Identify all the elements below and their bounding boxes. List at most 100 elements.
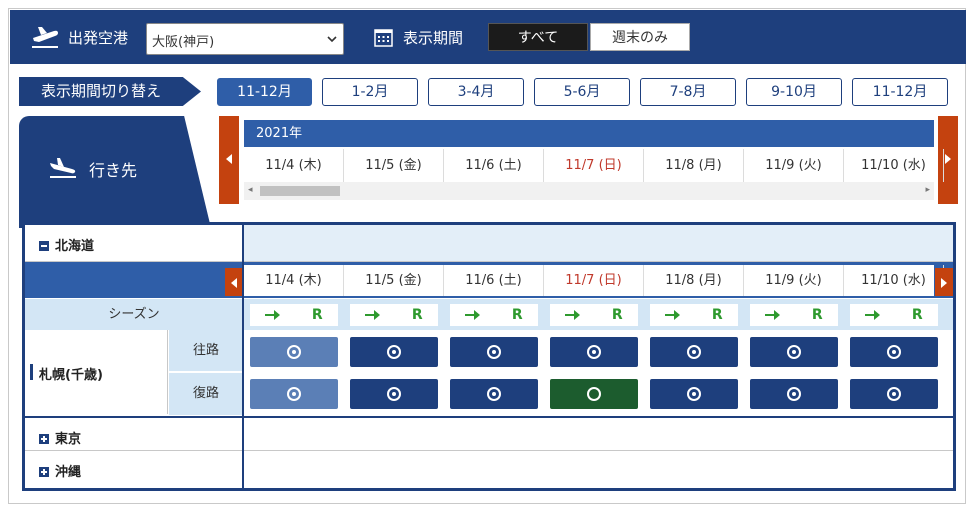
season-cell: R (644, 299, 744, 330)
arrow-right-icon (365, 309, 381, 320)
column-divider (242, 225, 244, 488)
outbound-slot (844, 331, 944, 373)
outbound-availability-button[interactable] (250, 337, 338, 367)
dot-circle-icon (287, 345, 301, 359)
return-slot (444, 373, 544, 415)
return-availability-button[interactable] (450, 379, 538, 409)
table-date-sunday: 11/7 (日) (544, 265, 644, 296)
outbound-label: 往路 (169, 330, 243, 372)
chevron-down-icon (327, 36, 337, 43)
season-legend: R (850, 303, 938, 326)
table-date: 11/5 (金) (344, 265, 444, 296)
year-header: 2021年 (244, 120, 934, 147)
season-legend: R (450, 303, 538, 326)
search-bar: 出発空港 大阪(神戸) 表示期間 すべて 週末のみ (10, 10, 966, 64)
season-legend: R (750, 303, 838, 326)
dot-circle-icon (687, 387, 701, 401)
expand-icon[interactable] (39, 433, 49, 444)
region-row-fill (244, 451, 953, 488)
caret-left-icon (231, 278, 237, 288)
outbound-slot (344, 331, 444, 373)
outbound-availability-button[interactable] (650, 337, 738, 367)
season-r-mark: R (711, 306, 723, 323)
outbound-slot (644, 331, 744, 373)
outbound-availability-button[interactable] (350, 337, 438, 367)
display-period-label: 表示期間 (403, 29, 464, 47)
dot-circle-icon (887, 387, 901, 401)
season-legend: R (650, 303, 738, 326)
period-button-5-6[interactable]: 5-6月 (534, 78, 630, 106)
outbound-slot (244, 331, 344, 373)
departure-airport-select[interactable]: 大阪(神戸) (146, 23, 344, 55)
region-row-hokkaido[interactable]: 北海道 (25, 225, 243, 262)
table-date: 11/9 (火) (744, 265, 844, 296)
season-legend: R (250, 303, 338, 326)
region-row-okinawa[interactable]: 沖縄 (25, 451, 243, 488)
outbound-availability-button[interactable] (550, 337, 638, 367)
return-slots (244, 373, 953, 415)
strip-date: 11/5 (金) (344, 149, 444, 182)
return-availability-button[interactable] (250, 379, 338, 409)
table-prev-button[interactable] (225, 268, 243, 296)
period-button-3-4[interactable]: 3-4月 (428, 78, 524, 106)
scroll-right-icon[interactable]: ▸ (925, 185, 930, 195)
strip-date: 11/8 (月) (644, 149, 744, 182)
scrollbar-thumb[interactable] (260, 186, 340, 196)
destination-sapporo: 札幌(千歳) (25, 330, 168, 414)
return-slot (844, 373, 944, 415)
strip-date: 11/4 (木) (244, 149, 344, 182)
period-button-11-12-next[interactable]: 11-12月 (852, 78, 948, 106)
scroll-left-icon[interactable]: ◂ (248, 185, 253, 195)
region-name: 沖縄 (55, 465, 82, 480)
return-availability-button[interactable] (850, 379, 938, 409)
outbound-slots (244, 331, 953, 373)
dot-circle-icon (887, 345, 901, 359)
destination-marker (30, 364, 33, 380)
return-label: 復路 (169, 373, 243, 415)
season-cell: R (244, 299, 344, 330)
season-r-mark: R (411, 306, 423, 323)
horizontal-scrollbar[interactable]: ◂ ▸ (244, 182, 934, 200)
table-next-button[interactable] (935, 268, 953, 296)
outbound-availability-button[interactable] (850, 337, 938, 367)
return-availability-button[interactable] (650, 379, 738, 409)
departure-airport-label: 出発空港 (68, 29, 129, 47)
return-availability-button[interactable] (550, 379, 638, 409)
return-availability-button[interactable] (750, 379, 838, 409)
strip-date-row: 11/4 (木) 11/5 (金) 11/6 (土) 11/7 (日) 11/8… (244, 149, 944, 182)
collapse-icon[interactable] (39, 240, 49, 251)
season-r-mark: R (311, 306, 323, 323)
filter-all-button[interactable]: すべて (488, 23, 588, 51)
region-row-fill (244, 225, 953, 262)
outbound-availability-button[interactable] (450, 337, 538, 367)
season-legend-row: RRRRRRR (244, 299, 953, 330)
table-date-row: 11/4 (木) 11/5 (金) 11/6 (土) 11/7 (日) 11/8… (244, 265, 944, 296)
filter-weekend-button[interactable]: 週末のみ (590, 23, 690, 51)
outbound-availability-button[interactable] (750, 337, 838, 367)
strip-date: 11/10 (水) (844, 149, 944, 182)
period-button-7-8[interactable]: 7-8月 (640, 78, 736, 106)
season-cell: R (444, 299, 544, 330)
period-button-11-12-current[interactable]: 11-12月 (217, 78, 312, 106)
dot-circle-icon (787, 387, 801, 401)
table-date: 11/8 (月) (644, 265, 744, 296)
season-r-mark: R (611, 306, 623, 323)
region-row-tokyo[interactable]: 東京 (25, 416, 243, 451)
strip-date: 11/9 (火) (744, 149, 844, 182)
arrow-right-icon (565, 309, 581, 320)
outbound-slot (444, 331, 544, 373)
arrow-right-icon (765, 309, 781, 320)
caret-right-icon (945, 154, 951, 164)
strip-date-sunday: 11/7 (日) (544, 149, 644, 182)
region-name: 東京 (55, 432, 82, 447)
return-availability-button[interactable] (350, 379, 438, 409)
period-button-9-10[interactable]: 9-10月 (746, 78, 842, 106)
outbound-slot (544, 331, 644, 373)
expand-icon[interactable] (39, 466, 49, 477)
strip-date: 11/6 (土) (444, 149, 544, 182)
dot-circle-icon (587, 345, 601, 359)
strip-prev-button[interactable] (219, 116, 239, 204)
destination-name: 札幌(千歳) (39, 368, 103, 383)
period-switch-label: 表示期間切り替え (19, 77, 201, 106)
period-button-1-2[interactable]: 1-2月 (322, 78, 418, 106)
